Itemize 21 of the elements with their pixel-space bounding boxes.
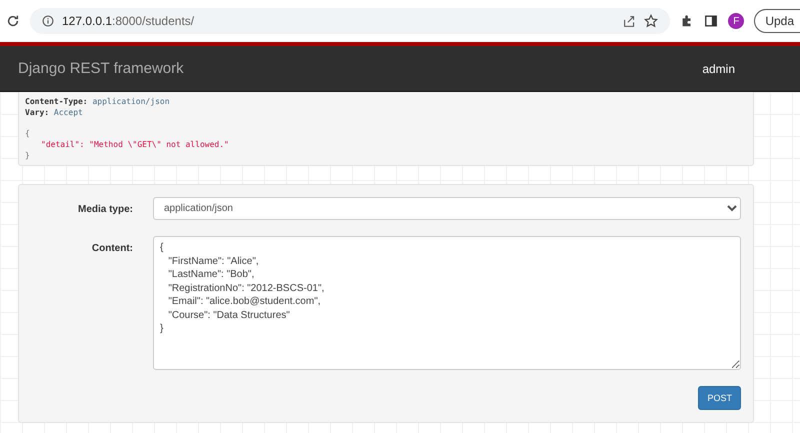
field-label: Content: bbox=[90, 242, 133, 256]
response-header: Vary: Accept bbox=[25, 107, 84, 118]
content-field[interactable]: { "FirstName": "Alice", "LastName": "Bob", "RegistrationNo": "2012-BSCS-01", "Email": "alice.bob@student.com", "Course": "Data Structures" } bbox=[153, 236, 741, 370]
field-label: Media type: bbox=[76, 203, 133, 217]
reload-icon[interactable] bbox=[6, 14, 20, 28]
response-body-line: { bbox=[25, 128, 31, 139]
address-bar[interactable]: 127.0.0.1:8000/students/ bbox=[30, 8, 670, 34]
response-body-line: } bbox=[25, 150, 31, 161]
media-type-select[interactable]: application/json bbox=[153, 197, 741, 220]
post-button[interactable]: POST bbox=[698, 386, 741, 410]
response-body-line: "detail": "Method \"GET\" not allowed." bbox=[40, 139, 230, 150]
url-text: 127.0.0.1:8000/students/ bbox=[62, 14, 194, 28]
profile-avatar[interactable]: F bbox=[728, 13, 744, 29]
update-button[interactable]: Upda bbox=[754, 9, 800, 33]
star-icon[interactable] bbox=[644, 14, 658, 28]
brand-title[interactable]: Django REST framework bbox=[18, 60, 184, 77]
info-icon[interactable] bbox=[42, 15, 54, 27]
response-header: Content-Type: application/json bbox=[25, 96, 171, 107]
share-icon[interactable] bbox=[623, 14, 636, 28]
sidebar-icon[interactable] bbox=[704, 14, 718, 28]
user-menu[interactable]: admin bbox=[702, 62, 735, 76]
